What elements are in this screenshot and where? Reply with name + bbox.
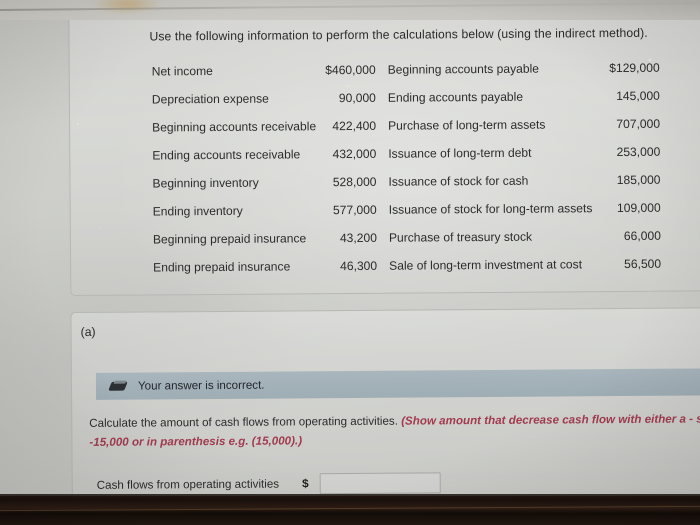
laptop-screen-photo: Use the following information to perform…: [0, 0, 700, 525]
answer-entry-row: Cash flows from operating activities $: [97, 471, 441, 496]
table-row: Ending inventory 577,000 Issuance of sto…: [153, 200, 700, 232]
row-value-right: 145,000: [616, 88, 660, 104]
exercise-page: Use the following information to perform…: [0, 0, 700, 515]
table-row: Ending prepaid insurance 46,300 Sale of …: [153, 256, 700, 288]
row-value-left: 90,000: [338, 90, 376, 106]
table-row: Ending accounts receivable 432,000 Issua…: [152, 144, 700, 176]
table-row: Depreciation expense 90,000 Ending accou…: [152, 88, 700, 120]
row-label-left: Ending prepaid insurance: [153, 259, 291, 275]
table-row: Beginning accounts receivable 422,400 Pu…: [152, 116, 700, 148]
row-value-left: $460,000: [325, 62, 376, 78]
row-label-right: Beginning accounts payable: [387, 61, 540, 77]
table-row: Net income $460,000 Beginning accounts p…: [152, 60, 700, 92]
row-value-right: 707,000: [616, 116, 661, 132]
row-label-right: Issuance of stock for cash: [388, 173, 529, 189]
row-value-left: 422,400: [332, 118, 377, 134]
row-label-right: Sale of long-term investment at cost: [389, 257, 583, 273]
row-label-left: Depreciation expense: [151, 91, 269, 107]
row-label-left: Beginning inventory: [152, 175, 259, 191]
instruction-header: Use the following information to perform…: [149, 25, 648, 44]
row-value-right: 109,000: [616, 200, 661, 216]
answer-field-label: Cash flows from operating activities: [96, 477, 280, 492]
row-label-right: Purchase of treasury stock: [388, 229, 533, 245]
row-value-right: 253,000: [616, 144, 661, 160]
information-card: Use the following information to perform…: [68, 10, 700, 297]
financial-data-table: Net income $460,000 Beginning accounts p…: [152, 60, 700, 288]
row-value-left: 528,000: [332, 174, 377, 190]
row-label-left: Net income: [151, 64, 213, 79]
incorrect-answer-banner: Your answer is incorrect.: [95, 368, 700, 400]
question-part-label: (a): [80, 324, 96, 339]
table-row: Beginning inventory 528,000 Issuance of …: [152, 172, 700, 204]
row-value-right: $129,000: [609, 60, 660, 76]
laptop-base-and-desk: [0, 494, 700, 525]
currency-symbol: $: [302, 476, 309, 491]
row-label-right: Issuance of long-term debt: [388, 145, 532, 161]
row-label-right: Issuance of stock for long-term assets: [388, 201, 593, 217]
row-value-right: 56,500: [624, 256, 662, 271]
row-label-left: Ending accounts receivable: [152, 147, 301, 163]
row-value-left: 43,200: [339, 230, 377, 246]
row-value-right: 66,000: [623, 228, 661, 243]
row-value-left: 432,000: [332, 146, 377, 162]
row-label-left: Ending inventory: [152, 203, 243, 219]
screen-top-bezel: [0, 0, 700, 20]
row-label-right: Ending accounts payable: [387, 89, 524, 105]
eraser-icon: [108, 380, 128, 392]
calculation-instruction: Calculate the amount of cash flows from …: [89, 409, 700, 452]
row-value-right: 185,000: [616, 172, 661, 188]
bezel-glare: [92, 0, 162, 14]
feedback-message: Your answer is incorrect.: [137, 378, 265, 393]
instruction-main-text: Calculate the amount of cash flows from …: [89, 414, 402, 430]
table-row: Beginning prepaid insurance 43,200 Purch…: [153, 228, 700, 260]
row-value-left: 46,300: [340, 258, 378, 274]
cash-flows-answer-input[interactable]: [319, 471, 441, 494]
row-value-left: 577,000: [332, 202, 377, 218]
row-label-left: Beginning prepaid insurance: [152, 231, 307, 247]
row-label-right: Purchase of long-term assets: [388, 117, 546, 133]
